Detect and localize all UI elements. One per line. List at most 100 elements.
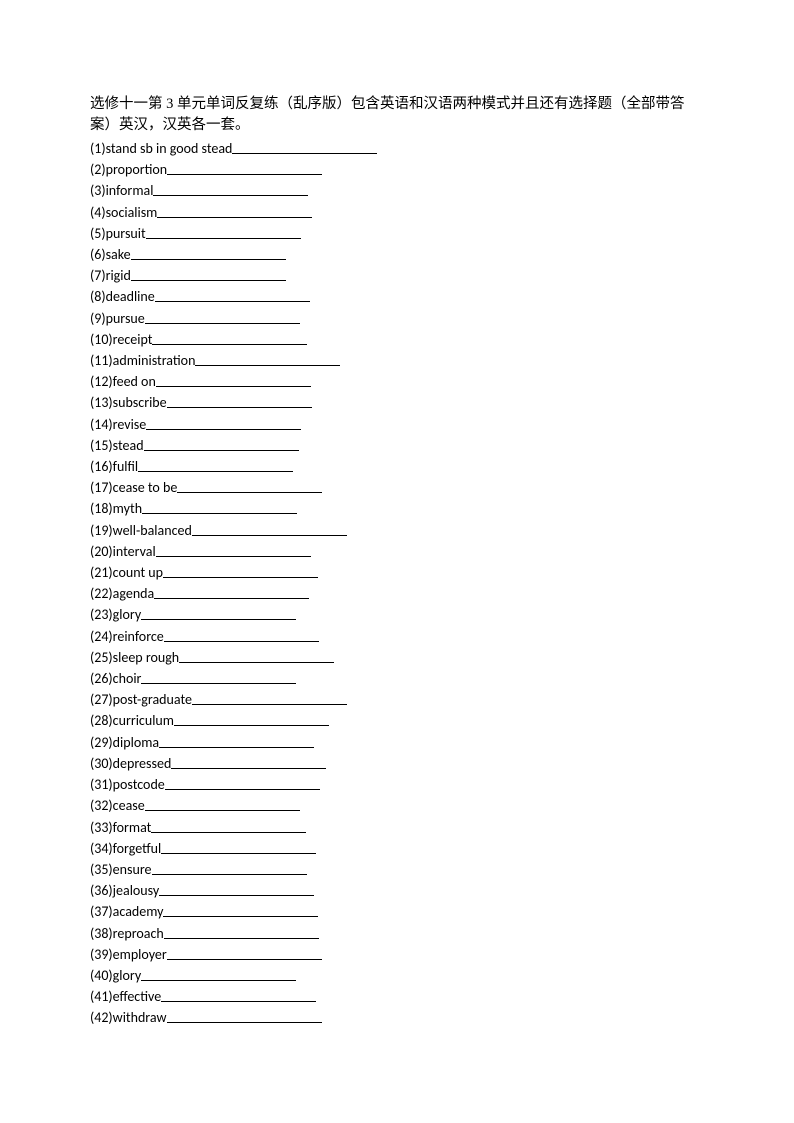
word-text: (39)employer <box>90 946 167 963</box>
word-item: (12)feed on <box>90 371 704 392</box>
word-item: (31)postcode <box>90 774 704 795</box>
word-text: (33)format <box>90 819 151 836</box>
word-text: (21)count up <box>90 564 163 581</box>
word-text: (24)reinforce <box>90 628 164 645</box>
word-item: (4)socialism <box>90 202 704 223</box>
answer-blank <box>161 988 316 1002</box>
answer-blank <box>141 670 296 684</box>
answer-blank <box>195 352 340 366</box>
answer-blank <box>167 394 312 408</box>
word-text: (1)stand sb in good stead <box>90 140 232 157</box>
word-item: (8)deadline <box>90 286 704 307</box>
answer-blank <box>163 903 318 917</box>
word-item: (33)format <box>90 817 704 838</box>
word-item: (21)count up <box>90 562 704 583</box>
word-text: (5)pursuit <box>90 225 146 242</box>
word-item: (13)subscribe <box>90 392 704 413</box>
answer-blank <box>159 734 314 748</box>
answer-blank <box>167 1009 322 1023</box>
word-item: (28)curriculum <box>90 710 704 731</box>
word-text: (41)effective <box>90 988 161 1005</box>
answer-blank <box>142 500 297 514</box>
word-item: (9)pursue <box>90 308 704 329</box>
word-text: (11)administration <box>90 352 195 369</box>
answer-blank <box>165 776 320 790</box>
word-text: (20)interval <box>90 543 156 560</box>
word-item: (22)agenda <box>90 583 704 604</box>
word-item: (30)depressed <box>90 753 704 774</box>
word-item: (26)choir <box>90 668 704 689</box>
word-item: (24)reinforce <box>90 626 704 647</box>
word-text: (25)sleep rough <box>90 649 179 666</box>
word-item: (14)revise <box>90 414 704 435</box>
answer-blank <box>146 225 301 239</box>
word-item: (34)forgetful <box>90 838 704 859</box>
word-item: (40)glory <box>90 965 704 986</box>
word-text: (10)receipt <box>90 331 152 348</box>
word-text: (8)deadline <box>90 288 155 305</box>
word-text: (19)well-balanced <box>90 522 192 539</box>
word-text: (2)proportion <box>90 161 167 178</box>
answer-blank <box>156 543 311 557</box>
answer-blank <box>232 140 377 154</box>
answer-blank <box>192 522 347 536</box>
answer-blank <box>141 967 296 981</box>
word-text: (34)forgetful <box>90 840 161 857</box>
answer-blank <box>144 437 299 451</box>
word-text: (13)subscribe <box>90 394 167 411</box>
word-text: (14)revise <box>90 416 146 433</box>
answer-blank <box>146 416 301 430</box>
word-item: (1)stand sb in good stead <box>90 138 704 159</box>
word-text: (38)reproach <box>90 925 164 942</box>
word-list: (1)stand sb in good stead (2)proportion (3… <box>90 138 704 1029</box>
word-item: (15)stead <box>90 435 704 456</box>
answer-blank <box>167 161 322 175</box>
answer-blank <box>131 267 286 281</box>
answer-blank <box>157 204 312 218</box>
answer-blank <box>152 861 307 875</box>
word-text: (17)cease to be <box>90 479 177 496</box>
answer-blank <box>145 310 300 324</box>
word-text: (37)academy <box>90 903 163 920</box>
answer-blank <box>153 182 308 196</box>
word-text: (9)pursue <box>90 310 145 327</box>
word-text: (42)withdraw <box>90 1009 167 1026</box>
word-text: (6)sake <box>90 246 131 263</box>
word-item: (5)pursuit <box>90 223 704 244</box>
word-text: (22)agenda <box>90 585 154 602</box>
word-item: (19)well-balanced <box>90 520 704 541</box>
word-item: (38)reproach <box>90 923 704 944</box>
answer-blank <box>131 246 286 260</box>
word-item: (18)myth <box>90 498 704 519</box>
document-title: 选修十一第 3 单元单词反复练（乱序版）包含英语和汉语两种模式并且还有选择题（全… <box>90 94 704 136</box>
answer-blank <box>159 882 314 896</box>
answer-blank <box>141 606 296 620</box>
word-item: (37)academy <box>90 901 704 922</box>
word-text: (4)socialism <box>90 204 157 221</box>
answer-blank <box>177 479 322 493</box>
answer-blank <box>151 819 306 833</box>
word-text: (40)glory <box>90 967 141 984</box>
word-item: (6)sake <box>90 244 704 265</box>
answer-blank <box>163 564 318 578</box>
answer-blank <box>192 691 347 705</box>
word-text: (30)depressed <box>90 755 171 772</box>
answer-blank <box>174 712 329 726</box>
word-item: (16)fulfil <box>90 456 704 477</box>
answer-blank <box>164 628 319 642</box>
word-item: (32)cease <box>90 795 704 816</box>
answer-blank <box>155 288 310 302</box>
word-text: (23)glory <box>90 606 141 623</box>
word-item: (23)glory <box>90 604 704 625</box>
answer-blank <box>138 458 293 472</box>
word-text: (32)cease <box>90 797 145 814</box>
answer-blank <box>152 331 307 345</box>
word-item: (2)proportion <box>90 159 704 180</box>
word-item: (3)informal <box>90 180 704 201</box>
word-text: (35)ensure <box>90 861 152 878</box>
word-item: (41)effective <box>90 986 704 1007</box>
answer-blank <box>179 649 334 663</box>
word-text: (7)rigid <box>90 267 131 284</box>
answer-blank <box>164 925 319 939</box>
word-text: (29)diploma <box>90 734 159 751</box>
